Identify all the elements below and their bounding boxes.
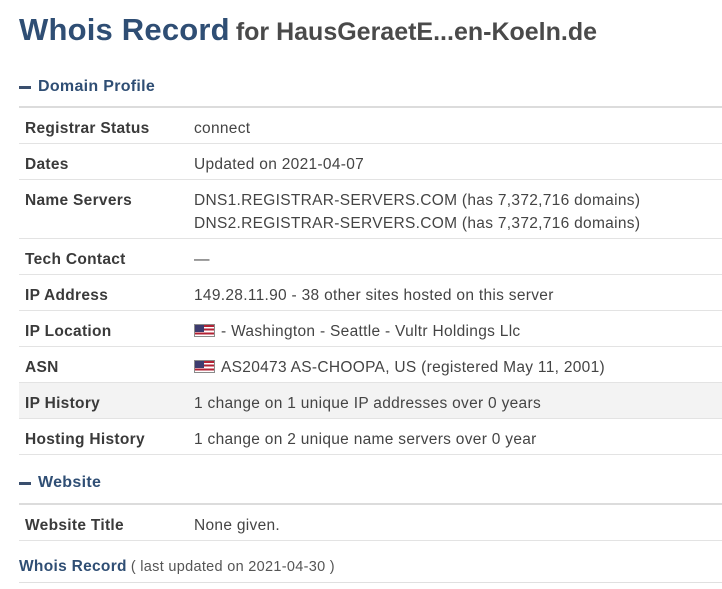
table-row: Dates Updated on 2021-04-07 [19, 143, 722, 180]
name-server-link-1[interactable]: DNS1.REGISTRAR-SERVERS.COM (has 7,372,71… [194, 189, 722, 212]
row-value-tech-contact: — [194, 250, 210, 268]
row-label-ip-location: IP Location [25, 322, 112, 340]
row-label-ip-address: IP Address [25, 286, 109, 304]
page-title-main: Whois Record [19, 12, 230, 47]
row-label-asn: ASN [25, 358, 59, 376]
row-value-website-title: None given. [194, 517, 281, 534]
row-label-registrar-status: Registrar Status [25, 120, 150, 137]
domain-profile-table: Registrar Status connect Dates Updated o… [19, 106, 722, 455]
row-label-website-title: Website Title [25, 517, 124, 534]
row-label-ip-history: IP History [25, 394, 101, 412]
ip-history-link[interactable]: 1 change on 1 unique IP addresses over 0… [194, 383, 722, 415]
table-row: Name Servers DNS1.REGISTRAR-SERVERS.COM … [19, 179, 722, 239]
table-row: Registrar Status connect [19, 107, 722, 144]
table-row: IP Address 149.28.11.90 - 38 other sites… [19, 274, 722, 311]
name-server-link-2[interactable]: DNS2.REGISTRAR-SERVERS.COM (has 7,372,71… [194, 212, 722, 235]
us-flag-icon [194, 323, 215, 337]
table-row: Hosting History 1 change on 2 unique nam… [19, 418, 722, 455]
hosting-history-link[interactable]: 1 change on 2 unique name servers over 0… [194, 419, 722, 451]
row-label-tech-contact: Tech Contact [25, 250, 126, 268]
collapse-minus-icon[interactable] [19, 481, 31, 485]
table-row: ASN AS20473 AS-CHOOPA, US (registered Ma… [19, 346, 722, 383]
collapse-minus-icon[interactable] [19, 85, 31, 89]
table-row: IP Location - Washington - Seattle - Vul… [19, 310, 722, 347]
row-value-dates: Updated on 2021-04-07 [194, 155, 365, 173]
section-title-domain-profile: Domain Profile [38, 78, 156, 95]
page-title-domain: for HausGeraetE...en-Koeln.de [235, 18, 598, 46]
page-title: Whois Record for HausGeraetE...en-Koeln.d… [19, 12, 597, 48]
us-flag-icon [194, 359, 215, 373]
section-title-website: Website [38, 474, 102, 491]
website-table: Website Title None given. [19, 503, 722, 541]
row-label-dates: Dates [25, 155, 69, 173]
whois-record-title: Whois Record [19, 558, 127, 575]
row-value-asn: AS20473 AS-CHOOPA, US (registered May 11… [221, 358, 605, 376]
section-toggle-website[interactable]: Website [19, 472, 101, 494]
row-label-name-servers: Name Servers [25, 191, 133, 209]
table-row: Tech Contact — [19, 238, 722, 275]
table-row[interactable]: IP History 1 change on 1 unique IP addre… [19, 382, 722, 419]
section-toggle-domain-profile[interactable]: Domain Profile [19, 76, 155, 98]
table-row: Website Title None given. [19, 504, 722, 541]
whois-record-header: Whois Record( last updated on 2021-04-30… [19, 558, 722, 583]
row-value-ip-location: - Washington - Seattle - Vultr Holdings … [221, 322, 521, 340]
whois-record-updated-note: ( last updated on 2021-04-30 ) [130, 559, 335, 575]
ip-address-link[interactable]: 149.28.11.90 - 38 other sites hosted on … [194, 275, 722, 307]
row-label-hosting-history: Hosting History [25, 430, 145, 448]
row-value-registrar-status: connect [194, 120, 251, 137]
